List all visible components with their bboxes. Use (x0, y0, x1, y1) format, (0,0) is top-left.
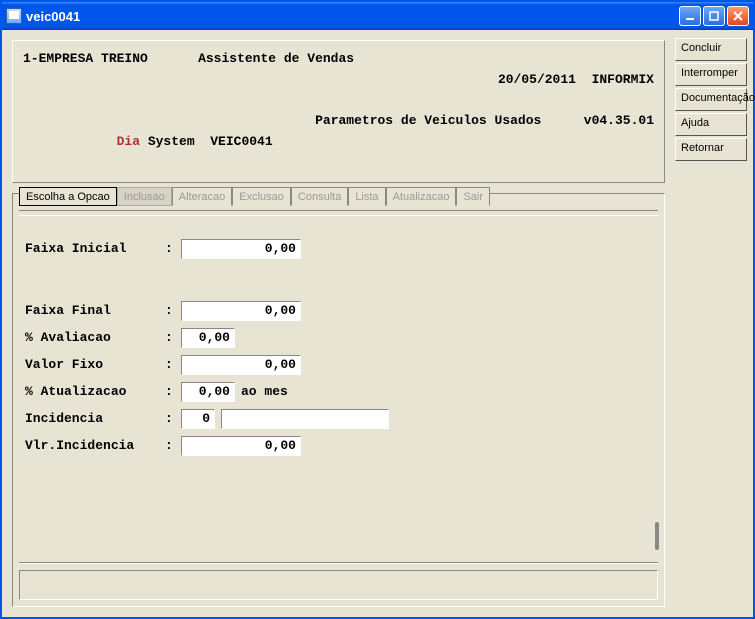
form-area: Faixa Inicial : 0,00 Faixa Final : 0,00 … (19, 220, 658, 556)
field-faixa-inicial[interactable]: 0,00 (181, 239, 301, 259)
divider-bottom (19, 562, 658, 564)
close-icon (732, 10, 744, 22)
header-panel: 1-EMPRESA TREINO Assistente de Vendas 20… (12, 40, 665, 183)
tab-alteracao[interactable]: Alteracao (172, 187, 232, 206)
status-bar (19, 570, 658, 600)
label-faixa-final: Faixa Final (25, 303, 165, 318)
tab-inclusao[interactable]: Inclusao (117, 187, 172, 206)
sidebar: Concluir Interromper Documentação Ajuda … (673, 32, 751, 615)
header-db: INFORMIX (592, 72, 654, 87)
label-vlr-incidencia: Vlr.Incidencia (25, 438, 165, 453)
window-frame: veic0041 1-EMPRESA TREINO Assistente de … (0, 0, 755, 619)
label-avaliacao: % Avaliacao (25, 330, 165, 345)
field-avaliacao[interactable]: 0,00 (181, 328, 235, 348)
label-atualizacao: % Atualizacao (25, 384, 165, 399)
window-body: 1-EMPRESA TREINO Assistente de Vendas 20… (2, 30, 753, 617)
field-incidencia[interactable]: 0 (181, 409, 215, 429)
content-frame: Escolha a Opcao Inclusao Alteracao Exclu… (12, 193, 665, 607)
brand-rest: System VEIC0041 (140, 134, 273, 149)
suffix-ao-mes: ao mes (241, 384, 288, 399)
field-atualizacao[interactable]: 0,00 (181, 382, 235, 402)
tab-escolha-opcao[interactable]: Escolha a Opcao (19, 187, 117, 206)
maximize-button[interactable] (703, 6, 725, 26)
scrollbar-handle[interactable] (655, 522, 659, 550)
retornar-button[interactable]: Retornar (675, 138, 747, 161)
window-title: veic0041 (26, 9, 80, 24)
company-name: 1-EMPRESA TREINO (23, 49, 148, 111)
concluir-button[interactable]: Concluir (675, 38, 747, 61)
divider-top (19, 210, 658, 216)
tab-strip: Escolha a Opcao Inclusao Alteracao Exclu… (19, 186, 658, 208)
header-date: 20/05/2011 (498, 72, 576, 87)
titlebar: veic0041 (2, 2, 753, 30)
interromper-button[interactable]: Interromper (675, 63, 747, 86)
tab-lista[interactable]: Lista (348, 187, 385, 206)
label-incidencia: Incidencia (25, 411, 165, 426)
field-valor-fixo[interactable]: 0,00 (181, 355, 301, 375)
header-version: v04.35.01 (584, 111, 654, 173)
close-button[interactable] (727, 6, 749, 26)
tab-consulta[interactable]: Consulta (291, 187, 348, 206)
tab-atualizacao[interactable]: Atualizacao (386, 187, 457, 206)
label-faixa-inicial: Faixa Inicial (25, 241, 165, 256)
minimize-button[interactable] (679, 6, 701, 26)
app-icon (6, 8, 22, 24)
tab-sair[interactable]: Sair (456, 187, 490, 206)
brand-prefix: Dia (117, 134, 140, 149)
tab-exclusao[interactable]: Exclusao (232, 187, 291, 206)
maximize-icon (708, 10, 720, 22)
field-incidencia-desc[interactable] (221, 409, 389, 429)
label-valor-fixo: Valor Fixo (25, 357, 165, 372)
ajuda-button[interactable]: Ajuda (675, 113, 747, 136)
documentacao-button[interactable]: Documentação (675, 88, 747, 111)
header-subtitle: Parametros de Veiculos Usados (315, 111, 541, 173)
field-vlr-incidencia[interactable]: 0,00 (181, 436, 301, 456)
main-area: 1-EMPRESA TREINO Assistente de Vendas 20… (4, 32, 673, 615)
field-faixa-final[interactable]: 0,00 (181, 301, 301, 321)
assistant-title: Assistente de Vendas (198, 49, 354, 111)
minimize-icon (684, 10, 696, 22)
